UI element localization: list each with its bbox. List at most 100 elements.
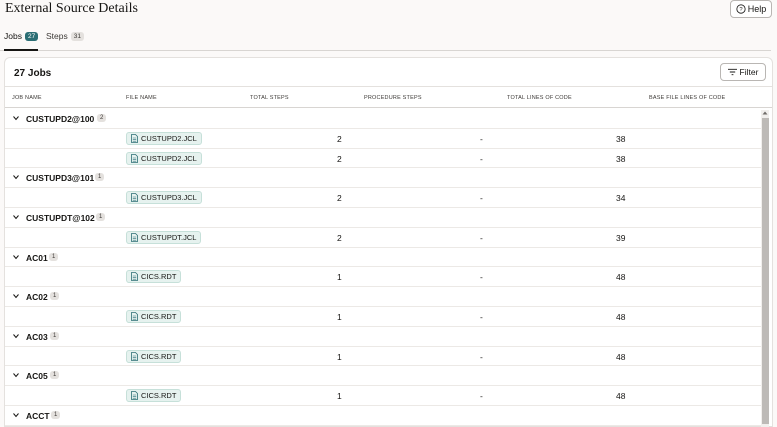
column-header-total-steps[interactable]: TOTAL STEPS <box>250 95 289 101</box>
job-name: CUSTUPD2@100 <box>26 114 95 124</box>
help-circle-icon: ? <box>736 4 746 14</box>
procedure-steps-cell: - <box>480 232 483 243</box>
file-row: CUSTUPD3.JCL 2 - 34 <box>5 188 763 208</box>
total-steps-cell: 2 <box>337 133 342 144</box>
scrollbar-thumb[interactable] <box>762 118 769 424</box>
job-name: CUSTUPDT@102 <box>26 212 95 223</box>
chevron-down-icon[interactable] <box>13 214 19 220</box>
total-steps-cell: 1 <box>337 351 342 362</box>
scroll-up-arrow-icon[interactable] <box>762 110 768 116</box>
column-header-job-name[interactable]: JOB NAME <box>12 95 42 101</box>
job-group-row[interactable]: ACCT 1 <box>5 406 763 426</box>
tab-jobs-count: 27 <box>24 31 39 41</box>
file-row: CUSTUPD2.JCL 2 - 38 <box>5 149 763 169</box>
total-steps-cell: 1 <box>337 391 342 402</box>
job-file-count: 1 <box>50 371 60 380</box>
file-link[interactable]: CICS.RDT <box>126 349 182 363</box>
job-name: ACCT <box>26 410 50 421</box>
table-header: JOB NAME FILE NAME TOTAL STEPS PROCEDURE… <box>5 86 772 108</box>
file-link[interactable]: CICS.RDT <box>126 309 182 323</box>
job-group-row[interactable]: CUSTUPD2@100 2 <box>5 109 763 129</box>
procedure-steps-cell: - <box>480 193 483 204</box>
document-icon <box>131 391 138 401</box>
procedure-steps-cell: - <box>480 133 483 144</box>
procedure-steps-cell: - <box>480 351 483 362</box>
job-name: AC05 <box>26 371 48 382</box>
procedure-steps-cell: - <box>480 391 483 402</box>
chevron-down-icon[interactable] <box>13 174 19 180</box>
file-row: CICS.RDT 1 - 48 <box>5 307 763 327</box>
file-row: CICS.RDT 1 - 48 <box>5 347 763 367</box>
file-link[interactable]: CICS.RDT <box>126 270 182 284</box>
file-row: CICS.RDT 1 - 48 <box>5 267 763 288</box>
procedure-steps-cell: - <box>480 272 483 283</box>
total-steps-cell: 1 <box>337 311 342 322</box>
file-name: CICS.RDT <box>141 272 177 282</box>
file-link[interactable]: CUSTUPD2.JCL <box>126 151 202 165</box>
chevron-down-icon[interactable] <box>13 254 19 260</box>
total-steps-cell: 1 <box>337 272 342 283</box>
file-name: CUSTUPDT.JCL <box>141 232 197 242</box>
job-file-count: 2 <box>97 114 107 122</box>
total-lines-cell: 48 <box>616 311 626 322</box>
column-header-procedure-steps[interactable]: PROCEDURE STEPS <box>364 95 422 101</box>
job-group-row[interactable]: CUSTUPDT@102 1 <box>5 208 763 228</box>
help-button[interactable]: ? Help <box>730 0 772 18</box>
job-file-count: 1 <box>51 410 61 419</box>
file-link[interactable]: CUSTUPDT.JCL <box>126 230 202 244</box>
chevron-down-icon[interactable] <box>13 412 19 418</box>
job-group-row[interactable]: CUSTUPD3@101 1 <box>5 168 763 189</box>
job-name: AC02 <box>26 292 48 303</box>
total-lines-cell: 48 <box>616 272 626 283</box>
file-row: CICS.RDT 1 - 48 <box>5 386 763 406</box>
jobs-card: 27 Jobs Filter JOB NAME FILE NAME TOTAL … <box>4 57 773 427</box>
chevron-down-icon[interactable] <box>13 115 19 121</box>
column-header-total-lines[interactable]: TOTAL LINES OF CODE <box>507 95 572 101</box>
help-button-label: Help <box>747 4 767 14</box>
chevron-down-icon[interactable] <box>13 333 19 339</box>
total-lines-cell: 48 <box>616 351 626 362</box>
job-group-row[interactable]: AC05 1 <box>5 366 763 387</box>
document-icon <box>131 153 138 163</box>
job-group-row[interactable]: AC01 1 <box>5 248 763 268</box>
tab-jobs[interactable]: Jobs 27 <box>4 31 39 51</box>
file-link[interactable]: CICS.RDT <box>126 389 182 403</box>
document-icon <box>131 272 138 282</box>
document-icon <box>131 351 138 361</box>
job-file-count: 1 <box>96 212 106 221</box>
page-title: External Source Details <box>5 1 138 16</box>
total-lines-cell: 38 <box>616 133 626 144</box>
file-link[interactable]: CUSTUPD2.JCL <box>126 131 202 145</box>
job-file-count: 1 <box>95 173 105 182</box>
card-title: 27 Jobs <box>14 68 52 79</box>
total-steps-cell: 2 <box>337 193 342 204</box>
job-file-count: 1 <box>50 292 60 301</box>
tab-bar: Jobs 27 Steps 31 <box>0 24 771 51</box>
file-name: CUSTUPD3.JCL <box>141 193 197 203</box>
tab-steps-label: Steps <box>46 31 68 41</box>
procedure-steps-cell: - <box>480 311 483 322</box>
tab-jobs-label: Jobs <box>4 31 22 41</box>
total-lines-cell: 39 <box>616 232 626 243</box>
chevron-down-icon[interactable] <box>13 372 19 378</box>
job-name: AC03 <box>26 331 48 342</box>
total-steps-cell: 2 <box>337 232 342 243</box>
file-row: CUSTUPDT.JCL 2 - 39 <box>5 228 763 248</box>
column-header-base-file-lines[interactable]: BASE FILE LINES OF CODE <box>649 95 725 101</box>
job-rows: CUSTUPD2@100 2 CUSTUPD2.JCL 2 - 38 CUSTU… <box>5 109 763 426</box>
document-icon <box>131 232 138 242</box>
chevron-down-icon[interactable] <box>13 293 19 299</box>
file-link[interactable]: CUSTUPD3.JCL <box>126 191 202 205</box>
tab-steps-count: 31 <box>70 31 84 41</box>
document-icon <box>131 133 138 143</box>
total-lines-cell: 38 <box>616 153 626 164</box>
file-row: CUSTUPD2.JCL 2 - 38 <box>5 129 763 149</box>
job-file-count: 1 <box>49 252 59 261</box>
filter-button[interactable]: Filter <box>720 63 766 81</box>
job-name: CUSTUPD3@101 <box>26 173 95 184</box>
job-group-row[interactable]: AC03 1 <box>5 327 763 347</box>
tab-steps[interactable]: Steps 31 <box>46 31 84 41</box>
job-group-row[interactable]: AC02 1 <box>5 287 763 307</box>
file-name: CUSTUPD2.JCL <box>141 153 197 163</box>
column-header-file-name[interactable]: FILE NAME <box>126 95 157 101</box>
